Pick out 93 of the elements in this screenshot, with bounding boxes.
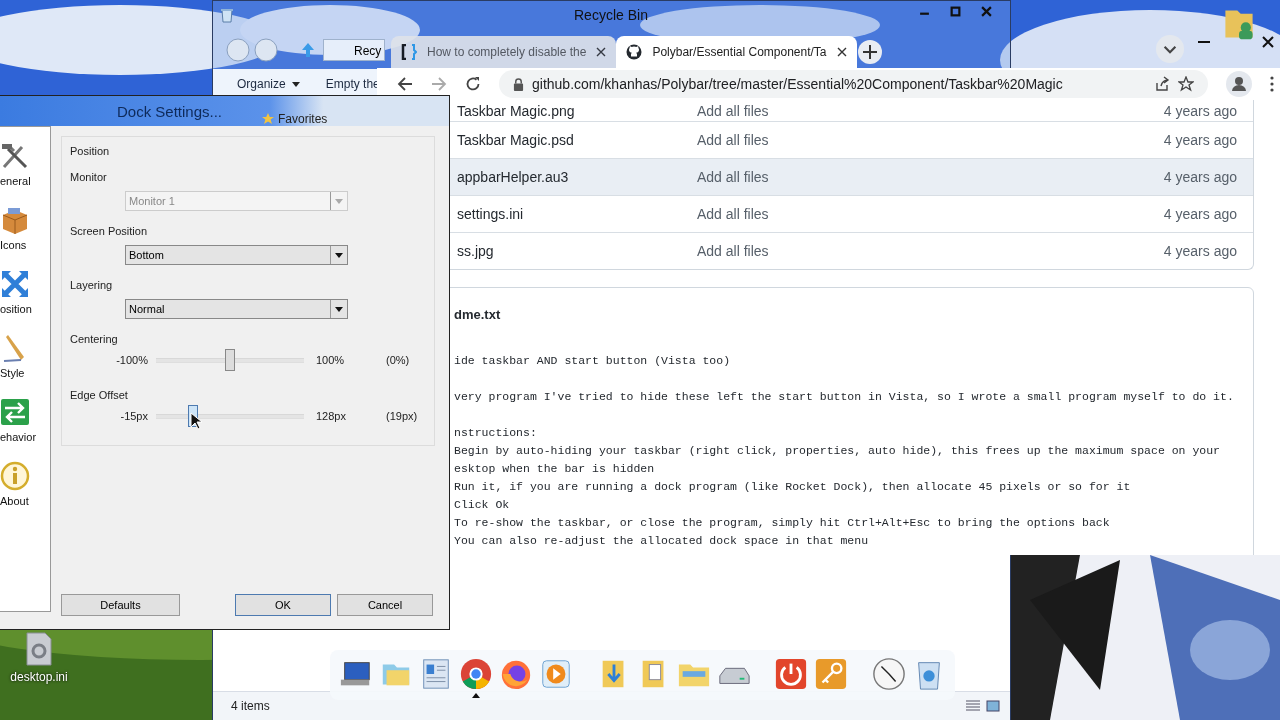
new-tab-button[interactable] bbox=[856, 39, 883, 65]
dialog-button[interactable]: Defaults bbox=[61, 594, 180, 616]
readme-line: nstructions: bbox=[454, 425, 538, 441]
sidebar-item[interactable]: eneral bbox=[0, 141, 50, 205]
readme-line: very program I've tried to hide these left the start button in Vista, so I wrote a small program myself to do it. bbox=[454, 389, 1235, 405]
commit-message[interactable]: Add all files bbox=[697, 243, 1164, 259]
group-title: Position bbox=[70, 145, 111, 157]
slider-value: (0%) bbox=[386, 354, 410, 366]
recycle-bin-icon bbox=[219, 7, 235, 23]
back-button[interactable] bbox=[225, 37, 251, 63]
address-bar[interactable]: github.com/khanhas/Polybar/tree/master/Essential%20Component/Taskbar%20Magic bbox=[499, 70, 1208, 98]
settings-file-icon bbox=[24, 632, 54, 666]
sidebar-item[interactable]: ehavior bbox=[0, 397, 50, 461]
readme-line: ide taskbar AND start button (Vista too) bbox=[454, 353, 732, 369]
commit-age: 4 years ago bbox=[1163, 169, 1238, 185]
slider-value: (19px) bbox=[386, 410, 418, 422]
readme-line: Click Ok bbox=[454, 497, 511, 513]
details-view-icon[interactable] bbox=[966, 700, 980, 712]
slider-label: Edge Offset bbox=[70, 389, 129, 401]
profile-avatar[interactable] bbox=[1226, 71, 1252, 97]
commit-message[interactable]: Add all files bbox=[697, 169, 1164, 185]
menu-icon[interactable] bbox=[1270, 76, 1274, 92]
bracket-icon bbox=[401, 44, 417, 60]
readme-line: Run it, if you are running a dock program (like Rocket Dock), then allocate 45 pixels or so for it bbox=[454, 479, 1132, 495]
caret-icon bbox=[335, 306, 343, 312]
address-field[interactable]: Recy bbox=[323, 39, 385, 61]
cross-arrows-icon bbox=[0, 269, 30, 299]
commit-age: 4 years ago bbox=[1163, 243, 1238, 259]
readme-line: esktop when the bar is hidden bbox=[454, 461, 656, 477]
slider-label: Centering bbox=[70, 333, 119, 345]
browser-tab[interactable]: Polybar/Essential Component/Ta bbox=[616, 36, 857, 68]
dropdown[interactable]: Bottom bbox=[125, 245, 348, 265]
sidebar-item[interactable]: osition bbox=[0, 269, 50, 333]
forward-button[interactable] bbox=[253, 37, 279, 63]
clock-icon[interactable] bbox=[871, 657, 906, 691]
commit-message[interactable]: Add all files bbox=[697, 206, 1164, 222]
share-icon[interactable] bbox=[1154, 76, 1170, 92]
commit-age: 4 years ago bbox=[1163, 206, 1238, 222]
browser-icon[interactable] bbox=[459, 657, 493, 691]
commit-message[interactable]: Add all files bbox=[697, 102, 1164, 119]
dialog-title: Dock Settings... bbox=[116, 102, 222, 120]
nav-item[interactable]: Favorites bbox=[262, 112, 328, 126]
slider-max-label: 100% bbox=[315, 354, 346, 366]
key-icon[interactable] bbox=[814, 657, 849, 691]
slider-thumb[interactable] bbox=[225, 349, 235, 371]
readme-line: To re-show the taskbar, or close the program, simply hit Ctrl+Alt+Esc to bring the options back bbox=[454, 515, 1111, 531]
power-icon[interactable] bbox=[774, 657, 809, 691]
up-arrow-icon[interactable] bbox=[301, 42, 315, 58]
close-tab-icon[interactable] bbox=[596, 47, 607, 57]
readme-line: Begin by auto-hiding your taskbar (right click, properties, auto hide), this frees up the maximum space on your bbox=[454, 443, 1222, 459]
star-icon bbox=[262, 113, 274, 125]
sidebar-item[interactable]: Icons bbox=[0, 205, 50, 269]
dropdown[interactable]: Normal bbox=[125, 299, 348, 319]
commit-age: 4 years ago bbox=[1163, 132, 1238, 148]
sidebar-item[interactable]: About bbox=[0, 461, 50, 525]
running-indicator-icon bbox=[472, 693, 480, 698]
caret-icon bbox=[335, 198, 343, 204]
lock-icon bbox=[513, 77, 524, 91]
browser-tab[interactable]: How to completely disable the bbox=[391, 36, 617, 68]
forward-icon[interactable] bbox=[431, 76, 447, 92]
commit-age: 4 years ago bbox=[1163, 102, 1238, 119]
box-icon bbox=[0, 205, 30, 235]
caret-icon bbox=[291, 81, 300, 87]
close-button[interactable] bbox=[1262, 36, 1274, 48]
thumbnail-view-icon[interactable] bbox=[986, 700, 1000, 712]
maximize-button[interactable] bbox=[950, 6, 961, 17]
close-tab-icon[interactable] bbox=[836, 47, 847, 57]
slider-max-label: 128px bbox=[315, 410, 347, 422]
window-title: Recycle Bin bbox=[574, 7, 648, 23]
caret-icon bbox=[335, 252, 343, 258]
desktop-icon[interactable]: desktop.ini bbox=[4, 632, 74, 684]
slider-min-label: -15px bbox=[119, 410, 149, 422]
field-label: Layering bbox=[70, 279, 114, 291]
mouse-pointer-icon bbox=[190, 412, 202, 430]
field-label: Monitor bbox=[70, 171, 108, 183]
hammer-wrench-icon bbox=[0, 141, 30, 171]
reload-icon[interactable] bbox=[465, 76, 481, 92]
media-player-icon[interactable] bbox=[539, 657, 573, 691]
item-count: 4 items bbox=[231, 699, 271, 713]
tab-search-button[interactable] bbox=[1156, 35, 1184, 63]
dialog-button[interactable]: Cancel bbox=[337, 594, 433, 616]
slider-min-label: -100% bbox=[115, 354, 149, 366]
field-label: Screen Position bbox=[70, 225, 149, 237]
bookmark-star-icon[interactable] bbox=[1178, 76, 1194, 92]
dialog-button[interactable]: OK bbox=[235, 594, 331, 616]
readme-title: dme.txt bbox=[454, 307, 502, 322]
info-icon bbox=[0, 461, 30, 491]
github-icon bbox=[626, 44, 643, 60]
sidebar-item[interactable]: Style bbox=[0, 333, 50, 397]
commit-message[interactable]: Add all files bbox=[697, 132, 1164, 148]
toolbar-button[interactable]: Organize bbox=[237, 77, 300, 91]
back-icon[interactable] bbox=[397, 76, 413, 92]
readme-line: You can also re-adjust the allocated dock space in that menu bbox=[454, 533, 870, 549]
